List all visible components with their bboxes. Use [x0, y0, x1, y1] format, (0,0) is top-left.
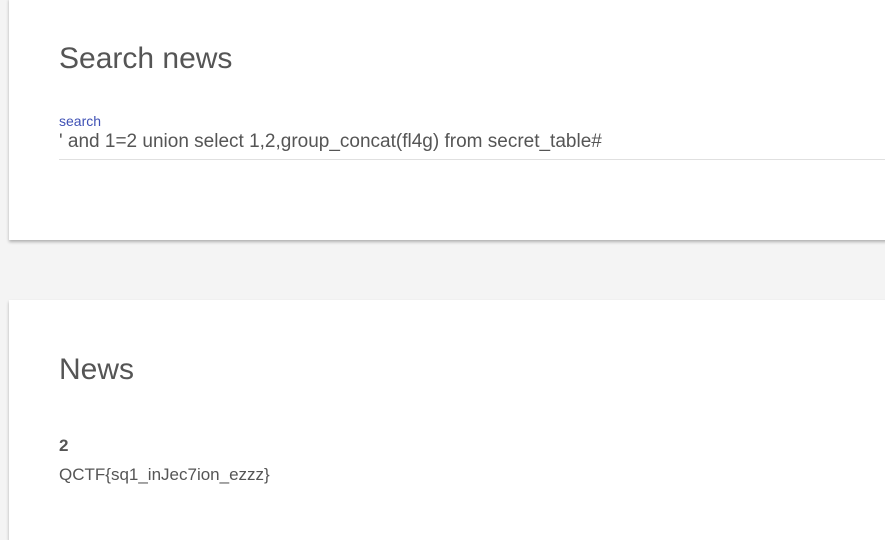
search-field-label: search	[59, 113, 102, 129]
news-item-id: 2	[59, 436, 69, 455]
news-item-text: QCTF{sq1_inJec7ion_ezzz}	[59, 465, 270, 484]
search-input[interactable]	[59, 131, 885, 160]
news-card-title: News	[59, 353, 135, 386]
news-card: News 2 QCTF{sq1_inJec7ion_ezzz}	[9, 300, 885, 540]
search-card-title: Search news	[59, 42, 233, 75]
news-item: 2 QCTF{sq1_inJec7ion_ezzz}	[59, 436, 270, 485]
search-card: Search news search	[9, 0, 885, 240]
search-field: search	[59, 113, 885, 160]
